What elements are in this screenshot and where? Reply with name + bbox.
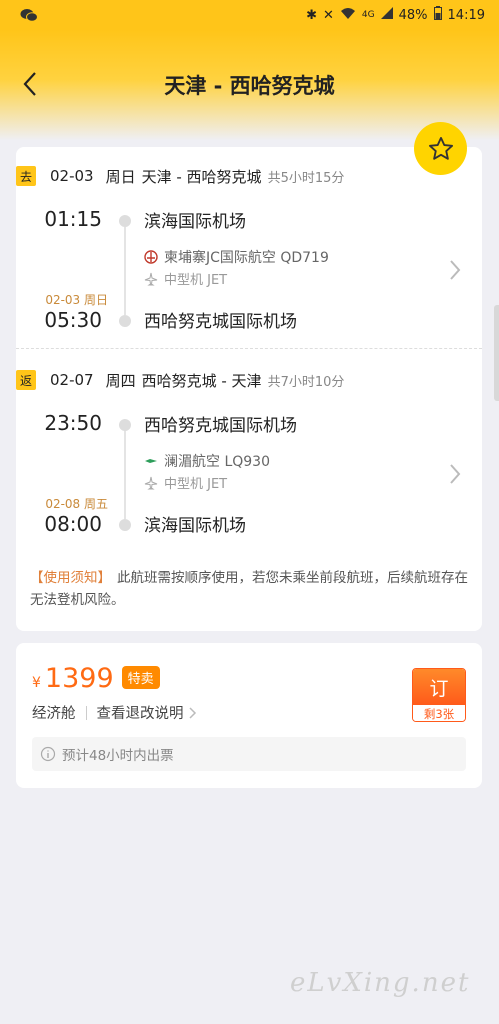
return-date: 02-07: [50, 371, 94, 389]
network-label: 4G: [361, 10, 375, 20]
return-aircraft: 中型机 JET: [144, 473, 227, 492]
outbound-airline-label: 柬埔寨JC国际航空 QD719: [164, 250, 329, 266]
plane-icon: [144, 272, 158, 285]
outbound-dep-time: 01:15: [44, 207, 102, 231]
outbound-weekday: 周日: [105, 167, 136, 186]
outbound-duration: 共5小时15分: [267, 170, 345, 186]
book-button[interactable]: 订 剩3张: [412, 668, 466, 722]
wifi-icon: [340, 7, 356, 23]
ticket-note-text: 预计48小时内出票: [62, 748, 174, 764]
return-duration: 共7小时10分: [267, 374, 345, 390]
return-aircraft-label: 中型机 JET: [164, 477, 228, 492]
notice-tag: 【使用须知】: [30, 570, 111, 586]
bluetooth-icon: ✱: [306, 7, 318, 23]
airline-logo-icon: [144, 250, 158, 264]
return-airline: 澜湄航空 LQ930: [144, 451, 270, 471]
currency-symbol: ¥: [32, 675, 41, 691]
chevron-right-icon: [188, 706, 196, 719]
header: 天津 - 西哈努克城: [0, 30, 499, 140]
clock: 14:19: [447, 7, 485, 23]
outbound-arr-airport: 西哈努克城国际机场: [144, 312, 297, 332]
outbound-aircraft: 中型机 JET: [144, 269, 227, 288]
return-dep-time: 23:50: [44, 411, 102, 435]
status-bar: ✱ ✕ 4G 48% 14:19: [0, 0, 499, 30]
return-weekday: 周四: [105, 371, 136, 390]
battery-percent: 48%: [398, 7, 428, 23]
outbound-aircraft-label: 中型机 JET: [164, 273, 228, 288]
outbound-badge: 去: [16, 166, 36, 186]
favorite-button[interactable]: [414, 122, 467, 175]
price-card: ¥ 1399 特卖 经济舱 查看退改说明 订 剩3张 预计48小时内出票: [16, 643, 482, 788]
wechat-icon: [20, 8, 38, 22]
outbound-arr-dot: [119, 315, 131, 327]
return-arr-time: 08:00: [44, 512, 102, 536]
outbound-arr-date: 02-03 周日: [45, 293, 108, 307]
outbound-arr-time: 05:30: [44, 308, 102, 332]
return-dep-airport: 西哈努克城国际机场: [144, 416, 297, 436]
ticket-issue-note: 预计48小时内出票: [32, 737, 466, 771]
side-scroll-handle[interactable]: [494, 305, 499, 401]
return-arr-date: 02-08 周五: [45, 497, 108, 511]
mute-icon: ✕: [323, 7, 334, 23]
outbound-timeline: [124, 227, 126, 315]
status-right: ✱ ✕ 4G 48% 14:19: [306, 6, 485, 24]
usage-notice: 【使用须知】 此航班需按顺序使用，若您未乘坐前段航班，后续航班存在无法登机风险。: [30, 567, 470, 611]
special-sale-badge: 特卖: [121, 666, 160, 689]
plane-icon: [144, 476, 158, 489]
outbound-header: 去 02-03 周日 天津 - 西哈努克城 共5小时15分: [16, 163, 344, 189]
outbound-dep-airport: 滨海国际机场: [144, 212, 246, 232]
return-header: 返 02-07 周四 西哈努克城 - 天津 共7小时10分: [16, 367, 344, 393]
price-row: ¥ 1399 特卖: [32, 663, 160, 694]
book-label: 订: [413, 669, 465, 705]
airline-logo-icon: [145, 459, 157, 463]
cabin-separator: [85, 705, 87, 720]
return-route: 西哈努克城 - 天津: [141, 371, 262, 390]
chevron-right-icon: [450, 260, 461, 280]
battery-icon: [433, 6, 442, 24]
chevron-right-icon: [450, 464, 461, 484]
return-dep-dot: [119, 419, 131, 431]
outbound-route: 天津 - 西哈努克城: [141, 167, 262, 186]
watermark: eLvXing.net: [290, 968, 471, 998]
signal-icon: [380, 7, 393, 23]
return-badge: 返: [16, 370, 36, 390]
return-timeline: [124, 431, 126, 519]
return-arr-airport: 滨海国际机场: [144, 516, 246, 536]
cabin-row: 经济舱 查看退改说明: [32, 702, 198, 723]
segment-divider: [16, 348, 482, 349]
outbound-date: 02-03: [50, 167, 94, 185]
cabin-class: 经济舱: [32, 706, 76, 722]
remaining-seats: 剩3张: [413, 705, 465, 721]
outbound-dep-dot: [119, 215, 131, 227]
return-arr-dot: [119, 519, 131, 531]
price-amount: 1399: [44, 663, 114, 694]
return-airline-label: 澜湄航空 LQ930: [164, 454, 270, 470]
flight-card[interactable]: 去 02-03 周日 天津 - 西哈努克城 共5小时15分 01:15 滨海国际…: [16, 147, 482, 631]
star-icon: [428, 136, 453, 160]
outbound-airline: 柬埔寨JC国际航空 QD719: [144, 247, 329, 267]
refund-policy-link[interactable]: 查看退改说明: [97, 702, 184, 723]
info-icon: [40, 746, 56, 762]
page-title: 天津 - 西哈努克城: [164, 74, 335, 98]
